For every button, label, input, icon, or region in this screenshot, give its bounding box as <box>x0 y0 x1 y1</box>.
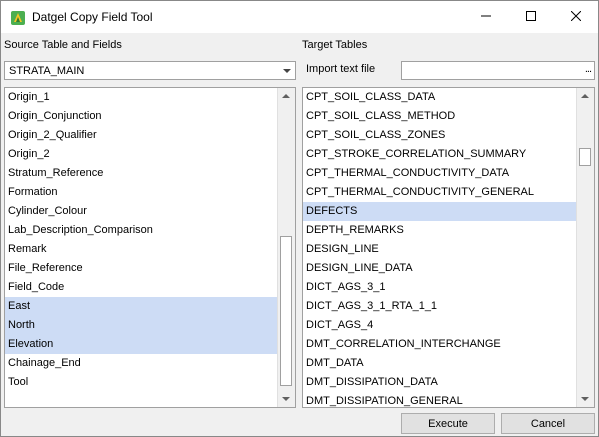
execute-button[interactable]: Execute <box>401 413 495 434</box>
import-text-file-input[interactable]: ... <box>401 61 595 80</box>
source-field-item[interactable]: Origin_2 <box>5 145 278 164</box>
source-field-item[interactable]: North <box>5 316 278 335</box>
chevron-down-icon <box>283 69 291 73</box>
source-fields-list[interactable]: Origin_1 Origin_Conjunction Origin_2_Quali… <box>4 87 296 408</box>
scroll-down-icon[interactable] <box>282 397 290 401</box>
source-fields-scrollbar[interactable] <box>277 88 295 407</box>
target-table-item[interactable]: DICT_AGS_3_1 <box>303 278 577 297</box>
target-tables-items: CPT_SOIL_CLASS_DATA CPT_SOIL_CLASS_METHOD… <box>303 88 577 407</box>
source-field-item[interactable]: Chainage_End <box>5 354 278 373</box>
target-table-item[interactable]: DEPTH_REMARKS <box>303 221 577 240</box>
source-field-item[interactable]: Cylinder_Colour <box>5 202 278 221</box>
target-table-item[interactable]: CPT_SOIL_CLASS_DATA <box>303 88 577 107</box>
close-button[interactable] <box>553 1 598 33</box>
title-bar: Datgel Copy Field Tool <box>1 1 598 33</box>
source-table-dropdown[interactable]: STRATA_MAIN <box>4 61 296 80</box>
source-table-value: STRATA_MAIN <box>9 65 85 77</box>
target-table-item[interactable]: DMT_DATA <box>303 354 577 373</box>
maximize-button[interactable] <box>508 1 553 33</box>
source-field-item[interactable]: Remark <box>5 240 278 259</box>
target-scroll-thumb[interactable] <box>579 148 591 166</box>
source-field-item[interactable]: Stratum_Reference <box>5 164 278 183</box>
maximize-icon <box>525 10 536 24</box>
source-field-item[interactable]: Origin_2_Qualifier <box>5 126 278 145</box>
source-field-item[interactable]: East <box>5 297 278 316</box>
datgel-app-icon <box>10 10 26 26</box>
target-tables-list[interactable]: CPT_SOIL_CLASS_DATA CPT_SOIL_CLASS_METHOD… <box>302 87 595 408</box>
cancel-button[interactable]: Cancel <box>501 413 595 434</box>
scroll-down-icon[interactable] <box>581 397 589 401</box>
target-table-item[interactable]: DESIGN_LINE <box>303 240 577 259</box>
source-field-item[interactable]: Origin_1 <box>5 88 278 107</box>
close-icon <box>570 10 581 24</box>
scroll-up-icon[interactable] <box>282 94 290 98</box>
target-table-item[interactable]: DICT_AGS_4 <box>303 316 577 335</box>
copy-field-tool-window: Datgel Copy Field Tool Source Table and … <box>0 0 599 437</box>
source-scroll-thumb[interactable] <box>280 236 292 386</box>
target-table-item[interactable]: DEFECTS <box>303 202 577 221</box>
target-table-item[interactable]: CPT_THERMAL_CONDUCTIVITY_DATA <box>303 164 577 183</box>
import-text-file-label: Import text file <box>306 63 376 75</box>
window-title: Datgel Copy Field Tool <box>32 10 153 24</box>
target-table-item[interactable]: DICT_AGS_3_1_RTA_1_1 <box>303 297 577 316</box>
target-table-item[interactable]: DMT_CORRELATION_INTERCHANGE <box>303 335 577 354</box>
target-tables-scrollbar[interactable] <box>576 88 594 407</box>
source-field-item[interactable]: Lab_Description_Comparison <box>5 221 278 240</box>
scroll-up-icon[interactable] <box>581 94 589 98</box>
source-field-item[interactable]: Elevation <box>5 335 278 354</box>
browse-button[interactable]: ... <box>585 63 592 75</box>
source-field-item[interactable]: Formation <box>5 183 278 202</box>
source-field-item[interactable]: Tool <box>5 373 278 392</box>
source-field-item[interactable]: File_Reference <box>5 259 278 278</box>
source-field-item[interactable]: Origin_Conjunction <box>5 107 278 126</box>
minimize-icon <box>480 11 491 24</box>
target-table-item[interactable]: CPT_STROKE_CORRELATION_SUMMARY <box>303 145 577 164</box>
target-table-item[interactable]: DESIGN_LINE_DATA <box>303 259 577 278</box>
source-field-item[interactable]: Field_Code <box>5 278 278 297</box>
source-table-label: Source Table and Fields <box>4 39 122 51</box>
minimize-button[interactable] <box>463 1 508 33</box>
target-table-item[interactable]: DMT_DISSIPATION_GENERAL <box>303 392 577 407</box>
target-table-item[interactable]: DMT_DISSIPATION_DATA <box>303 373 577 392</box>
target-table-item[interactable]: CPT_SOIL_CLASS_METHOD <box>303 107 577 126</box>
target-table-item[interactable]: CPT_SOIL_CLASS_ZONES <box>303 126 577 145</box>
target-table-item[interactable]: CPT_THERMAL_CONDUCTIVITY_GENERAL <box>303 183 577 202</box>
target-tables-label: Target Tables <box>302 39 368 51</box>
source-fields-items: Origin_1 Origin_Conjunction Origin_2_Quali… <box>5 88 278 392</box>
